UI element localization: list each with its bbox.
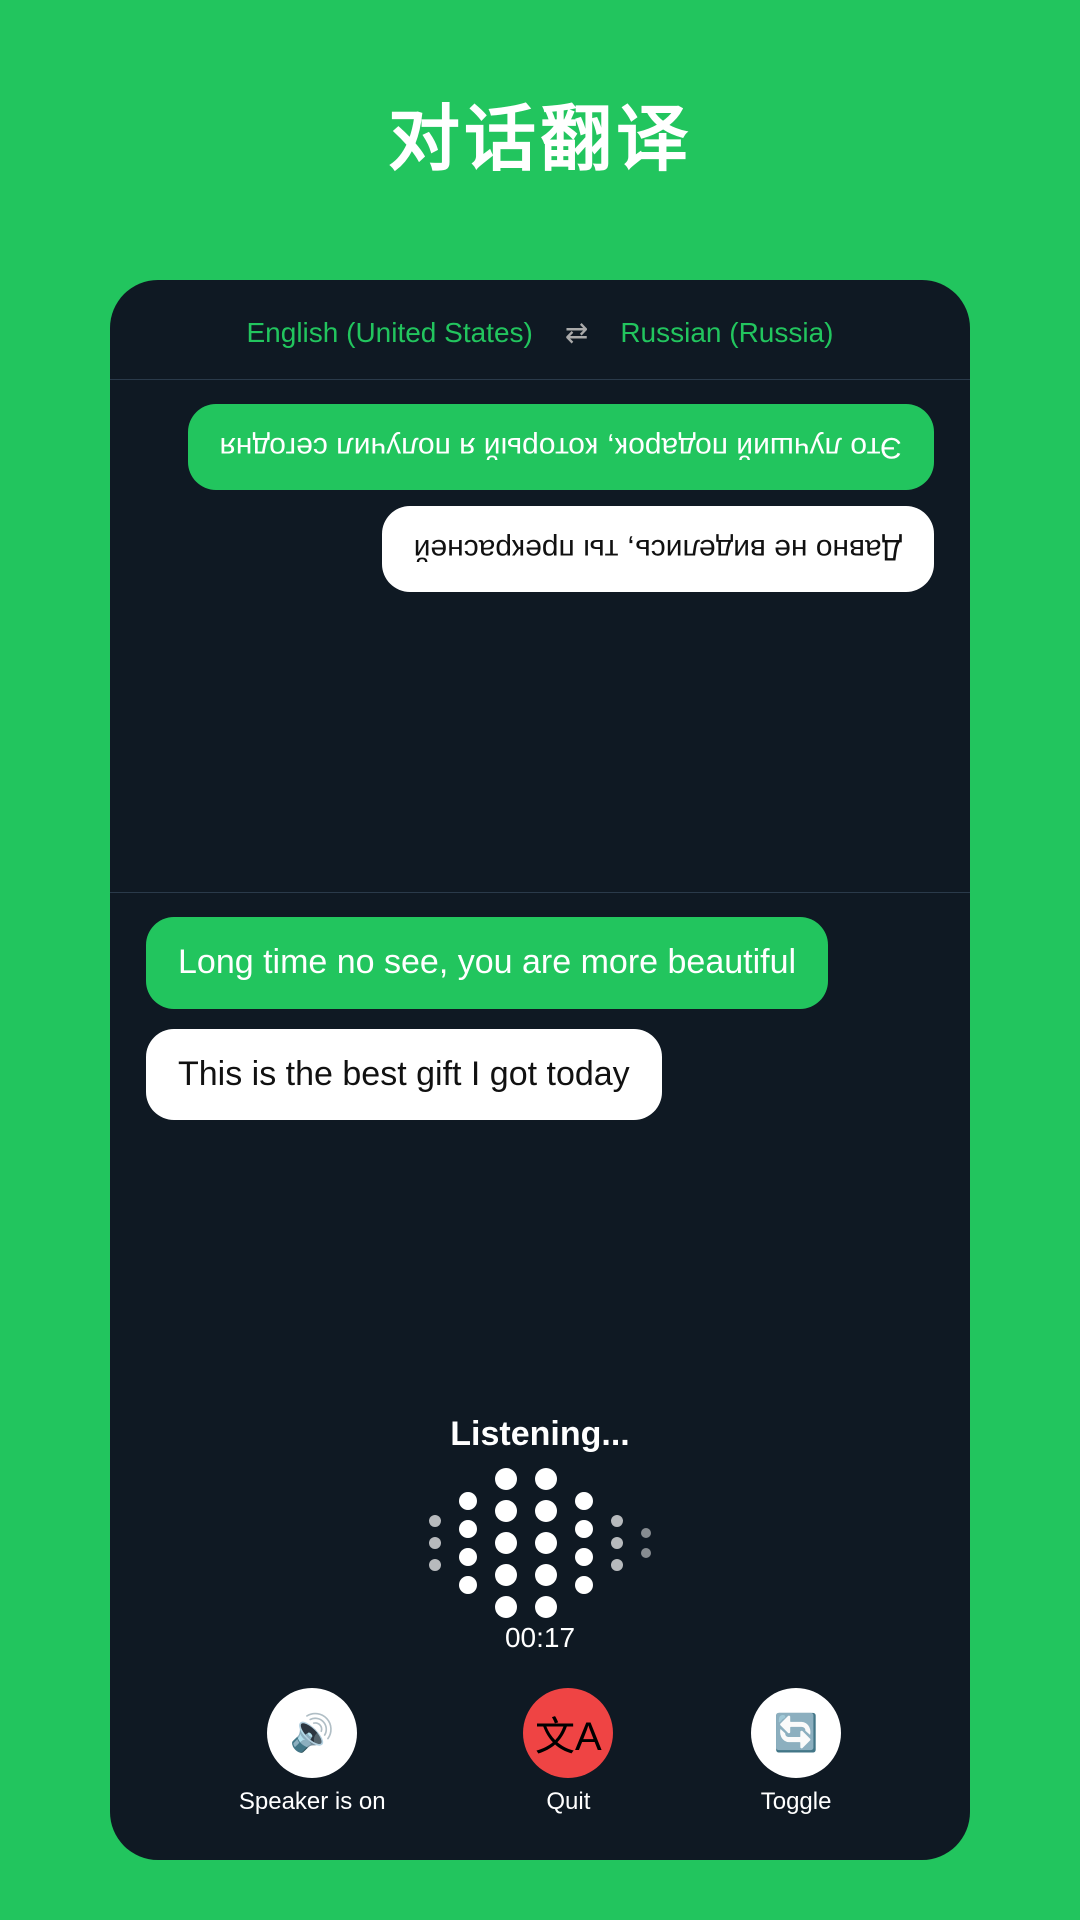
english-bubble-primary: Long time no see, you are more beautiful (146, 917, 828, 1009)
timer-display: 00:17 (505, 1622, 575, 1654)
source-language[interactable]: English (United States) (247, 317, 533, 349)
toggle-icon: 🔄 (774, 1712, 819, 1754)
waveform-visualizer (429, 1478, 651, 1608)
listening-status: Listening... (450, 1415, 629, 1454)
speaker-label: Speaker is on (239, 1788, 386, 1816)
translate-icon: 文A (535, 1704, 602, 1762)
listening-section: Listening... (110, 1405, 970, 1678)
toggle-circle[interactable]: 🔄 (751, 1688, 841, 1778)
swap-languages-icon[interactable]: ⇄ (565, 316, 588, 349)
quit-circle[interactable]: 文A (523, 1688, 613, 1778)
speaker-button[interactable]: 🔊 Speaker is on (239, 1688, 386, 1816)
russian-bubble-secondary: Давно не виделись, ты прекрасней (382, 506, 934, 592)
wave-col-2 (459, 1492, 477, 1594)
toggle-button[interactable]: 🔄 Toggle (751, 1688, 841, 1816)
wave-col-3 (495, 1468, 517, 1618)
quit-label: Quit (546, 1788, 590, 1816)
app-title: 对话翻译 (0, 0, 1080, 185)
speaker-icon: 🔊 (290, 1712, 335, 1754)
wave-col-6 (611, 1515, 623, 1571)
wave-col-5 (575, 1492, 593, 1594)
wave-col-7 (641, 1528, 651, 1558)
speaker-circle[interactable]: 🔊 (267, 1688, 357, 1778)
translation-card: English (United States) ⇄ Russian (Russi… (110, 280, 970, 1860)
russian-bubble-primary: Это лучший подарок, который я получил се… (188, 404, 934, 490)
lower-translation-section: Long time no see, you are more beautiful… (110, 893, 970, 1405)
target-language[interactable]: Russian (Russia) (620, 317, 833, 349)
wave-col-1 (429, 1515, 441, 1571)
english-bubble-secondary: This is the best gift I got today (146, 1029, 662, 1121)
bottom-controls: 🔊 Speaker is on 文A Quit 🔄 Toggle (110, 1678, 970, 1860)
toggle-label: Toggle (761, 1788, 832, 1816)
quit-button[interactable]: 文A Quit (523, 1688, 613, 1816)
upper-translation-section: Давно не виделись, ты прекрасней Это луч… (110, 380, 970, 892)
wave-col-4 (535, 1468, 557, 1618)
language-header: English (United States) ⇄ Russian (Russi… (110, 280, 970, 379)
